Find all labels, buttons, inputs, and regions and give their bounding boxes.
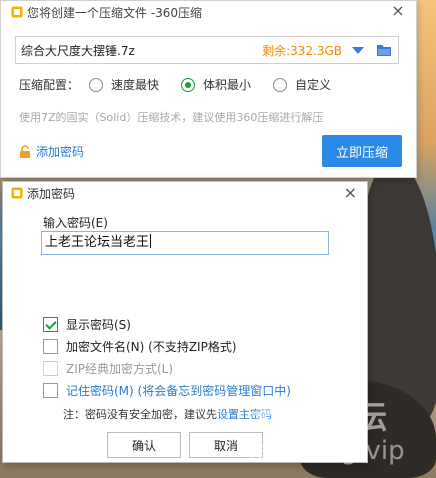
show-password-label: 显示密码(S)	[66, 318, 131, 332]
app-icon	[11, 6, 23, 18]
compress-level-label: 压缩配置：	[19, 78, 80, 92]
password-dialog-title: 添加密码	[27, 186, 76, 201]
radio-fastest-label: 速度最快	[111, 78, 160, 92]
radio-fastest[interactable]: 速度最快	[89, 76, 159, 93]
show-password-checkbox[interactable]	[43, 317, 58, 332]
remaining-space-text: 剩余:332.3GB	[262, 43, 342, 58]
add-password-link[interactable]: 添加密码	[19, 143, 84, 160]
zip-classic-label: ZIP经典加密方式(L)	[66, 362, 174, 376]
dropdown-arrow-icon[interactable]	[352, 46, 364, 54]
encrypt-filenames-label: 加密文件名(N) (不支持ZIP格式)	[66, 340, 237, 354]
radio-smallest-label: 体积最小	[203, 78, 252, 92]
watermark-url: laowang.vip	[248, 436, 405, 466]
compress-window-titlebar: 您将创建一个压缩文件 -360压缩	[1, 1, 416, 23]
compress-hint-text: 使用7Z的固实（Solid）压缩技术，建议使用360压缩进行解压	[19, 111, 324, 124]
archive-path-field[interactable]: 综合大尺度大摆锤.7z 剩余:332.3GB	[15, 36, 399, 64]
add-password-label: 添加密码	[36, 145, 85, 159]
zip-classic-checkbox	[43, 361, 58, 376]
radio-custom[interactable]: 自定义	[273, 76, 331, 93]
folder-icon[interactable]	[376, 43, 392, 57]
zip-classic-option: ZIP经典加密方式(L)	[43, 360, 173, 377]
text-caret	[150, 234, 152, 248]
radio-smallest[interactable]: 体积最小	[181, 76, 251, 93]
compress-now-button[interactable]: 立即压缩	[322, 135, 402, 167]
radio-custom-label: 自定义	[295, 78, 332, 92]
remember-password-checkbox[interactable]	[43, 383, 58, 398]
compress-window-title: 您将创建一个压缩文件 -360压缩	[27, 5, 203, 20]
close-icon[interactable]: ×	[344, 185, 357, 201]
password-input[interactable]: 上老王论坛当老王	[41, 231, 329, 255]
password-input-label: 输入密码(E)	[43, 216, 108, 230]
app-icon	[11, 187, 23, 199]
encrypt-filenames-checkbox[interactable]	[43, 339, 58, 354]
archive-name-text: 综合大尺度大摆锤.7z	[21, 43, 135, 58]
password-note: 注：密码没有安全加密，建议先设置主密码	[63, 406, 272, 422]
encrypt-filenames-option[interactable]: 加密文件名(N) (不支持ZIP格式)	[43, 338, 237, 355]
compress-window: 您将创建一个压缩文件 -360压缩 × 综合大尺度大摆锤.7z 剩余:332.3…	[0, 0, 417, 178]
close-icon[interactable]: ×	[390, 3, 406, 19]
radio-custom-circle[interactable]	[273, 77, 288, 92]
radio-smallest-circle[interactable]	[181, 77, 196, 92]
password-value: 上老王论坛当老王	[45, 235, 150, 250]
password-note-text: 注：密码没有安全加密，建议先	[63, 408, 217, 421]
ok-button[interactable]: 确认	[107, 432, 181, 458]
password-dialog-titlebar: 添加密码	[3, 182, 367, 204]
watermark-text: 老王论坛	[250, 398, 391, 436]
lock-icon	[20, 145, 30, 158]
compress-level-row: 压缩配置： 速度最快 体积最小 自定义	[19, 76, 409, 93]
radio-fastest-circle[interactable]	[89, 77, 103, 92]
show-password-option[interactable]: 显示密码(S)	[43, 316, 131, 333]
